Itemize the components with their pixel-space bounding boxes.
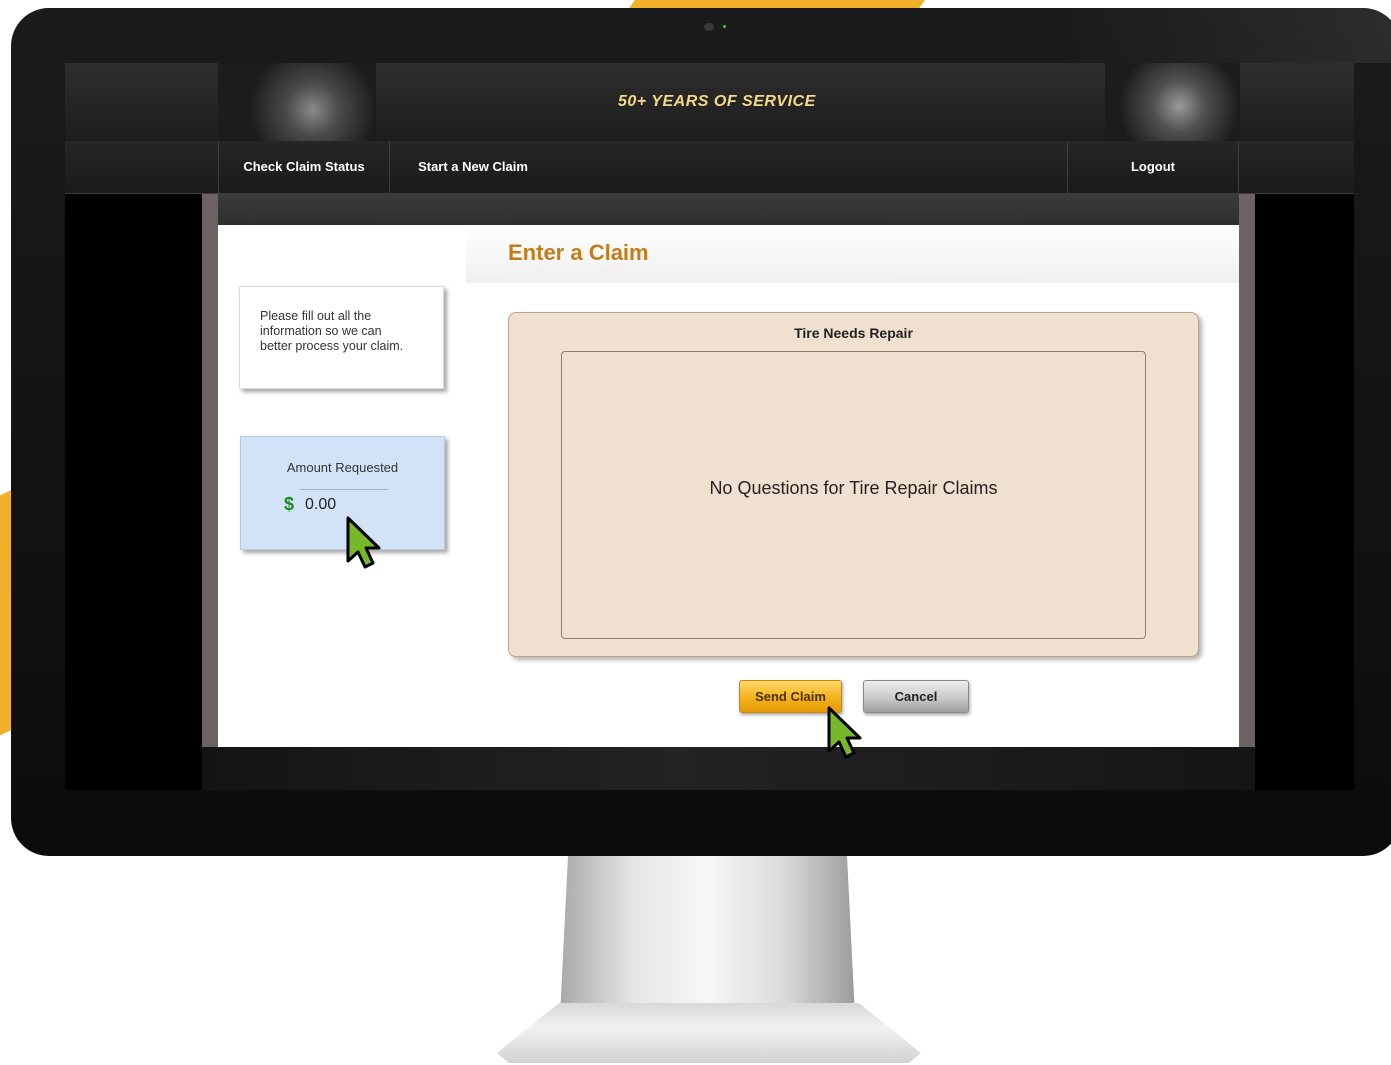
page-title: Enter a Claim bbox=[508, 240, 649, 265]
camera-icon bbox=[704, 23, 714, 31]
cancel-button[interactable]: Cancel bbox=[863, 680, 969, 713]
nav-logout[interactable]: Logout bbox=[1067, 141, 1239, 193]
bezel-sheen bbox=[1055, 8, 1391, 63]
header-tagline: 50+ YEARS OF SERVICE bbox=[618, 93, 816, 110]
claim-type-title: Tire Needs Repair bbox=[794, 325, 913, 341]
dollar-sign: $ bbox=[284, 494, 295, 514]
main-panel: Enter a Claim Tire Needs Repair No Quest… bbox=[466, 225, 1239, 747]
site-footer bbox=[202, 747, 1255, 790]
info-text: Please fill out all the information so w… bbox=[260, 309, 404, 353]
header-image-right bbox=[1105, 63, 1240, 141]
camera-led-icon bbox=[723, 25, 726, 28]
claim-panel: Tire Needs Repair No Questions for Tire … bbox=[508, 312, 1199, 657]
mouse-pointer-icon bbox=[827, 706, 862, 759]
mouse-pointer-icon bbox=[346, 516, 381, 569]
content-topbar bbox=[218, 194, 1239, 225]
page-titlebar: Enter a Claim bbox=[466, 225, 1239, 283]
main-nav: Check Claim Status Start a New Claim Log… bbox=[65, 141, 1354, 194]
nav-start-new-claim[interactable]: Start a New Claim bbox=[389, 141, 557, 193]
questions-area: No Questions for Tire Repair Claims bbox=[561, 351, 1146, 639]
monitor-screen: 50+ YEARS OF SERVICE Check Claim Status … bbox=[65, 63, 1354, 790]
site-header: 50+ YEARS OF SERVICE bbox=[65, 63, 1354, 141]
nav-check-claim-status[interactable]: Check Claim Status bbox=[218, 141, 390, 193]
amount-requested-label: Amount Requested bbox=[286, 460, 399, 475]
sidebar: Please fill out all the information so w… bbox=[218, 225, 466, 747]
monitor-stand-base bbox=[497, 1003, 921, 1063]
info-box: Please fill out all the information so w… bbox=[239, 286, 444, 389]
no-questions-message: No Questions for Tire Repair Claims bbox=[709, 478, 998, 498]
content-frame: Please fill out all the information so w… bbox=[202, 194, 1255, 747]
header-image-left bbox=[218, 63, 376, 141]
